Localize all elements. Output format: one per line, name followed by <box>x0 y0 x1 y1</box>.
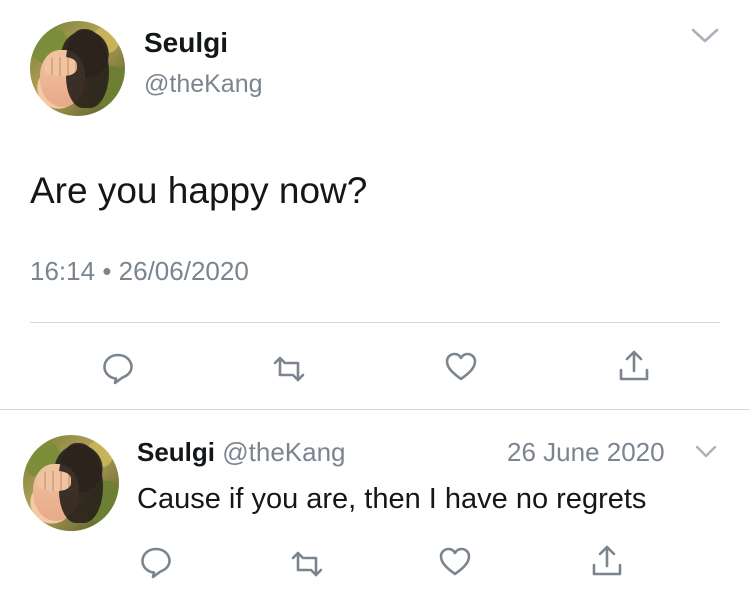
reply-icon[interactable] <box>139 545 173 579</box>
tweet-time: 16:14 <box>30 256 96 286</box>
tweet-timestamp: 16:14 • 26/06/2020 <box>30 256 249 287</box>
author-handle[interactable]: @theKang <box>222 437 345 467</box>
author-name[interactable]: Seulgi <box>137 437 215 467</box>
reply-icon[interactable] <box>101 351 135 385</box>
like-icon[interactable] <box>444 350 478 384</box>
retweet-icon[interactable] <box>290 547 324 581</box>
avatar[interactable] <box>23 435 119 531</box>
tweet-divider <box>0 409 750 410</box>
chevron-down-icon[interactable] <box>694 443 718 461</box>
tweet-text: Are you happy now? <box>30 170 368 211</box>
author-handle[interactable]: @theKang <box>144 70 263 99</box>
share-icon[interactable] <box>590 544 624 578</box>
chevron-down-icon[interactable] <box>690 26 720 46</box>
avatar[interactable] <box>30 21 125 116</box>
tweet-date[interactable]: 26 June 2020 <box>507 437 665 468</box>
author-name[interactable]: Seulgi <box>144 27 228 59</box>
like-icon[interactable] <box>438 545 472 579</box>
meta-separator: • <box>102 256 112 286</box>
tweet-text: Cause if you are, then I have no regrets <box>137 483 647 515</box>
tweet-date[interactable]: 26/06/2020 <box>119 256 249 286</box>
share-icon[interactable] <box>617 349 651 383</box>
divider <box>30 322 720 323</box>
reply-header: Seulgi @theKang <box>137 437 346 468</box>
retweet-icon[interactable] <box>272 352 306 386</box>
